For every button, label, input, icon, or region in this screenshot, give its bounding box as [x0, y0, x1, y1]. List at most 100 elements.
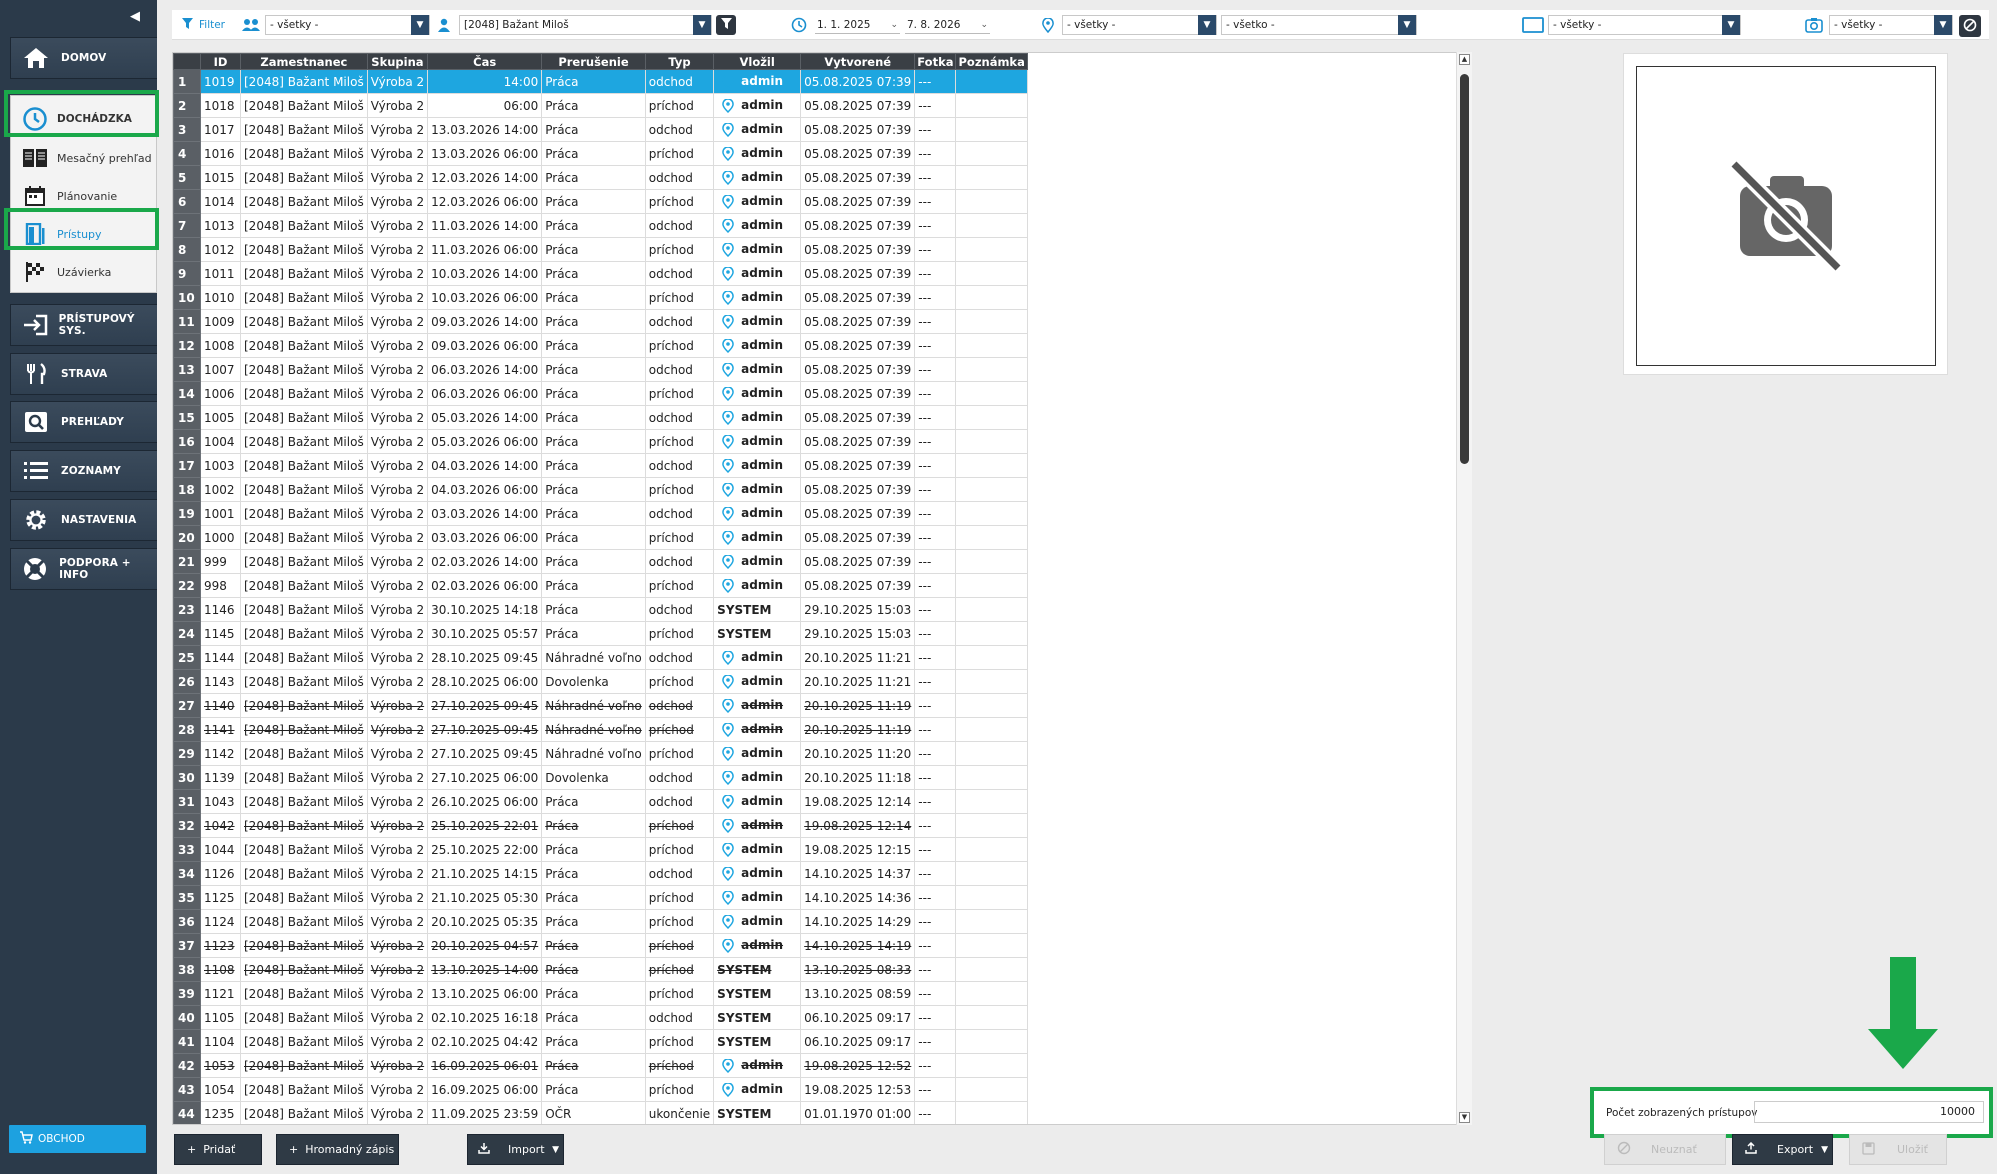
header-skupina[interactable]: Skupina — [366, 53, 429, 70]
table-row[interactable]: 14 1006 [2048] Bažant Miloš Výroba 2 06.03.2… — [173, 381, 1028, 406]
cell-note — [955, 669, 1028, 694]
table-scrollbar[interactable]: ▲ ▼ — [1456, 52, 1472, 1125]
table-row[interactable]: 8 1012 [2048] Bažant Miloš Výroba 2 11.03.20… — [173, 237, 1028, 262]
cell-inserted-by: admin — [713, 309, 802, 334]
table-row[interactable]: 32 1042 [2048] Bažant Miloš Výroba 2 25.10.2… — [173, 813, 1028, 838]
nav-nastavenia[interactable]: NASTAVENIA — [10, 499, 157, 541]
cell-inserted-by: admin — [713, 501, 802, 526]
location-pin-icon — [721, 1058, 735, 1073]
table-row[interactable]: 22 998 [2048] Bažant Miloš Výroba 2 02.03.20… — [173, 573, 1028, 598]
filter-toggle[interactable]: Filter — [182, 15, 225, 35]
table-row[interactable]: 35 1125 [2048] Bažant Miloš Výroba 2 21.10.2… — [173, 885, 1028, 910]
header-prerusenie[interactable]: Prerušenie — [541, 53, 646, 70]
table-row[interactable]: 7 1013 [2048] Bažant Miloš Výroba 2 11.03.20… — [173, 213, 1028, 238]
add-button[interactable]: + Pridať — [174, 1134, 262, 1165]
table-row[interactable]: 15 1005 [2048] Bažant Miloš Výroba 2 05.03.2… — [173, 405, 1028, 430]
nav-uzavierka[interactable]: Uzávierka — [11, 253, 158, 291]
table-row[interactable]: 27 1140 [2048] Bažant Miloš Výroba 2 27.10.2… — [173, 693, 1028, 718]
header-vytvorene[interactable]: Vytvorené — [800, 53, 916, 70]
export-button[interactable]: Export ▼ — [1732, 1134, 1833, 1165]
nav-zoznamy[interactable]: ZOZNAMY — [10, 450, 157, 492]
table-row[interactable]: 36 1124 [2048] Bažant Miloš Výroba 2 20.10.2… — [173, 909, 1028, 934]
table-row[interactable]: 31 1043 [2048] Bažant Miloš Výroba 2 26.10.2… — [173, 789, 1028, 814]
nav-podpora[interactable]: PODPORA + INFO — [10, 548, 157, 590]
table-row[interactable]: 37 1123 [2048] Bažant Miloš Výroba 2 20.10.2… — [173, 933, 1028, 958]
table-row[interactable]: 34 1126 [2048] Bažant Miloš Výroba 2 21.10.2… — [173, 861, 1028, 886]
table-row[interactable]: 18 1002 [2048] Bažant Miloš Výroba 2 04.03.2… — [173, 477, 1028, 502]
table-row[interactable]: 41 1104 [2048] Bažant Miloš Výroba 2 02.10.2… — [173, 1029, 1028, 1054]
header-id[interactable]: ID — [200, 53, 241, 70]
table-row[interactable]: 2 1018 [2048] Bažant Miloš Výroba 2 06:00 Prá… — [173, 93, 1028, 118]
table-row[interactable]: 33 1044 [2048] Bažant Miloš Výroba 2 25.10.2… — [173, 837, 1028, 862]
table-row[interactable]: 4 1016 [2048] Bažant Miloš Výroba 2 13.03.20… — [173, 141, 1028, 166]
group-select[interactable]: - všetky - ▼ — [265, 15, 430, 35]
table-row[interactable]: 29 1142 [2048] Bažant Miloš Výroba 2 27.10.2… — [173, 741, 1028, 766]
scroll-down-icon[interactable]: ▼ — [1459, 1112, 1470, 1123]
table-row[interactable]: 26 1143 [2048] Bažant Miloš Výroba 2 28.10.2… — [173, 669, 1028, 694]
cell-break: Práca — [541, 597, 646, 622]
nav-pristupy[interactable]: Prístupy — [11, 215, 158, 253]
import-button[interactable]: Import ▼ — [467, 1134, 564, 1165]
table-row[interactable]: 28 1141 [2048] Bažant Miloš Výroba 2 27.10.2… — [173, 717, 1028, 742]
table-row[interactable]: 21 999 [2048] Bažant Miloš Výroba 2 02.03.20… — [173, 549, 1028, 574]
table-row[interactable]: 1 1019 [2048] Bažant Miloš Výroba 2 14:00 Prá… — [173, 69, 1028, 94]
nav-pristupovy-sys[interactable]: PRÍSTUPOVÝ SYS. — [10, 304, 157, 346]
header-cas[interactable]: Čas — [427, 53, 543, 70]
type-select[interactable]: - všetko - ▼ — [1221, 15, 1417, 35]
scroll-up-icon[interactable]: ▲ — [1459, 54, 1470, 65]
table-row[interactable]: 23 1146 [2048] Bažant Miloš Výroba 2 30.10.2… — [173, 597, 1028, 622]
table-row[interactable]: 42 1053 [2048] Bažant Miloš Výroba 2 16.09.2… — [173, 1053, 1028, 1078]
cell-employee: [2048] Bažant Miloš — [240, 285, 368, 310]
shop-button[interactable]: OBCHOD — [9, 1125, 146, 1153]
table-row[interactable]: 5 1015 [2048] Bažant Miloš Výroba 2 12.03.20… — [173, 165, 1028, 190]
header-vlozil[interactable]: Vložil — [713, 53, 802, 70]
date-from-field[interactable]: 1. 1. 2025 ⌄ — [815, 16, 900, 34]
table-row[interactable]: 30 1139 [2048] Bažant Miloš Výroba 2 27.10.2… — [173, 765, 1028, 790]
save-button[interactable]: Uložiť — [1849, 1134, 1947, 1165]
employee-select[interactable]: [2048] Bažant Miloš ▼ — [459, 15, 712, 35]
table-row[interactable]: 10 1010 [2048] Bažant Miloš Výroba 2 10.03.2… — [173, 285, 1028, 310]
funnel-filter-button[interactable] — [716, 15, 736, 35]
date-to-field[interactable]: 7. 8. 2026 ⌄ — [905, 16, 990, 34]
table-row[interactable]: 17 1003 [2048] Bažant Miloš Výroba 2 04.03.2… — [173, 453, 1028, 478]
terminal-select[interactable]: - všetky - ▼ — [1548, 15, 1741, 35]
table-row[interactable]: 19 1001 [2048] Bažant Miloš Výroba 2 03.03.2… — [173, 501, 1028, 526]
clear-filter-button[interactable] — [1959, 15, 1981, 37]
table-row[interactable]: 44 1235 [2048] Bažant Miloš Výroba 2 11.09.2… — [173, 1101, 1028, 1124]
scroll-thumb[interactable] — [1460, 74, 1469, 464]
table-row[interactable]: 3 1017 [2048] Bažant Miloš Výroba 2 13.03.20… — [173, 117, 1028, 142]
inserted-by-text: admin — [741, 98, 784, 113]
cell-break: Práca — [541, 477, 646, 502]
table-row[interactable]: 16 1004 [2048] Bažant Miloš Výroba 2 05.03.2… — [173, 429, 1028, 454]
nav-mesacny-prehlad[interactable]: Mesačný prehľad — [11, 139, 158, 177]
nav-strava[interactable]: STRAVA — [10, 353, 157, 395]
table-row[interactable]: 9 1011 [2048] Bažant Miloš Výroba 2 10.03.20… — [173, 261, 1028, 286]
photo-select[interactable]: - všetky - ▼ — [1829, 15, 1953, 35]
table-row[interactable]: 6 1014 [2048] Bažant Miloš Výroba 2 12.03.20… — [173, 189, 1028, 214]
table-row[interactable]: 38 1108 [2048] Bažant Miloš Výroba 2 13.10.2… — [173, 957, 1028, 982]
header-fotka[interactable]: Fotka — [914, 53, 957, 70]
table-row[interactable]: 25 1144 [2048] Bažant Miloš Výroba 2 28.10.2… — [173, 645, 1028, 670]
location-select[interactable]: - všetky - ▼ — [1062, 15, 1217, 35]
header-typ[interactable]: Typ — [644, 53, 715, 70]
header-poznamka[interactable]: Poznámka — [955, 53, 1028, 70]
table-row[interactable]: 11 1009 [2048] Bažant Miloš Výroba 2 09.03.2… — [173, 309, 1028, 334]
table-row[interactable]: 13 1007 [2048] Bažant Miloš Výroba 2 06.03.2… — [173, 357, 1028, 382]
table-row[interactable]: 20 1000 [2048] Bažant Miloš Výroba 2 03.03.2… — [173, 525, 1028, 550]
table-row[interactable]: 39 1121 [2048] Bažant Miloš Výroba 2 13.10.2… — [173, 981, 1028, 1006]
access-count-input[interactable]: 10000 — [1754, 1101, 1984, 1123]
nav-planovanie[interactable]: Plánovanie — [11, 177, 158, 215]
reject-button[interactable]: Neuznať — [1604, 1134, 1726, 1165]
table-row[interactable]: 40 1105 [2048] Bažant Miloš Výroba 2 02.10.2… — [173, 1005, 1028, 1030]
nav-prehlady[interactable]: PREHĽADY — [10, 401, 157, 443]
header-zamestnanec[interactable]: Zamestnanec — [240, 53, 368, 70]
table-row[interactable]: 24 1145 [2048] Bažant Miloš Výroba 2 30.10.2… — [173, 621, 1028, 646]
nav-domov[interactable]: DOMOV — [10, 37, 157, 79]
collapse-sidebar-icon[interactable]: ◀ — [128, 9, 142, 25]
table-row[interactable]: 43 1054 [2048] Bažant Miloš Výroba 2 16.09.2… — [173, 1077, 1028, 1102]
table-row[interactable]: 12 1008 [2048] Bažant Miloš Výroba 2 09.03.2… — [173, 333, 1028, 358]
nav-dochadzka[interactable]: DOCHÁDZKA — [11, 100, 158, 138]
bulk-entry-button[interactable]: + Hromadný zápis — [276, 1134, 399, 1165]
cell-photo: --- — [914, 981, 957, 1006]
cell-time: 30.10.2025 14:18 — [427, 597, 543, 622]
